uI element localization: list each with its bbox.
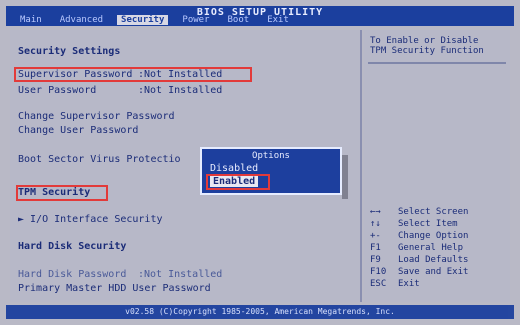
key-row: ESC Exit (370, 278, 504, 290)
key-label: F1 (370, 243, 381, 253)
option-disabled[interactable]: Disabled (210, 163, 258, 174)
help-text-content: To Enable or Disable TPM Security Functi… (370, 36, 484, 56)
primary-master-hdd-user-password[interactable]: Primary Master HDD User Password (18, 283, 211, 294)
key-row: F1 General Help (370, 242, 504, 254)
supervisor-password-label: Supervisor Password (18, 69, 133, 80)
key-row: ↑↓ Select Item (370, 218, 504, 230)
key-label: F9 (370, 255, 381, 265)
popup-shadow (342, 155, 348, 199)
io-interface-security[interactable]: ► I/O Interface Security (18, 214, 163, 225)
key-action: Exit (398, 279, 420, 289)
help-text: To Enable or Disable TPM Security Functi… (370, 36, 502, 56)
key-action: Select Screen (398, 207, 469, 217)
tpm-security-item[interactable]: TPM Security (18, 187, 90, 198)
key-label: ←→ (370, 207, 381, 217)
key-action: Select Item (398, 219, 458, 229)
top-bar: BIOS SETUP UTILITY Main Advanced Securit… (6, 6, 514, 26)
tab-boot[interactable]: Boot (224, 15, 254, 25)
footer-text: v02.58 (C)Copyright 1985-2005, American … (125, 307, 395, 316)
key-label: +- (370, 231, 381, 241)
help-divider (368, 62, 506, 64)
key-label: ↑↓ (370, 219, 381, 229)
tab-advanced[interactable]: Advanced (56, 15, 107, 25)
keys-legend: ←→ Select Screen ↑↓ Select Item +- Chang… (370, 206, 504, 290)
section-heading: Security Settings (18, 46, 121, 57)
hard-disk-password-label: Hard Disk Password (18, 269, 127, 280)
key-label: ESC (370, 279, 387, 289)
tab-power[interactable]: Power (178, 15, 213, 25)
change-supervisor-password[interactable]: Change Supervisor Password (18, 111, 175, 122)
key-row: +- Change Option (370, 230, 504, 242)
change-user-password[interactable]: Change User Password (18, 125, 138, 136)
footer-bar: v02.58 (C)Copyright 1985-2005, American … (6, 305, 514, 319)
user-password-label: User Password (18, 85, 97, 96)
key-row: ←→ Select Screen (370, 206, 504, 218)
key-row: F10 Save and Exit (370, 266, 504, 278)
tab-security[interactable]: Security (117, 15, 169, 25)
options-popup: Options Disabled Enabled (200, 147, 342, 195)
key-action: Load Defaults (398, 255, 469, 265)
boot-sector-virus-protection[interactable]: Boot Sector Virus Protectio (18, 154, 181, 165)
supervisor-password-status: :Not Installed (138, 69, 223, 80)
options-popup-title: Options (252, 151, 290, 161)
tab-exit[interactable]: Exit (263, 15, 293, 25)
bios-screen: BIOS SETUP UTILITY Main Advanced Securit… (0, 0, 520, 325)
key-row: F9 Load Defaults (370, 254, 504, 266)
user-password-status: :Not Installed (138, 85, 223, 96)
key-action: Save and Exit (398, 267, 469, 277)
hard-disk-password-status: :Not Installed (138, 269, 223, 280)
key-action: Change Option (398, 231, 469, 241)
key-label: F10 (370, 267, 387, 277)
key-action: General Help (398, 243, 464, 253)
tab-main[interactable]: Main (16, 15, 46, 25)
hard-disk-security-heading: Hard Disk Security (18, 241, 127, 252)
tab-bar: Main Advanced Security Power Boot Exit (16, 15, 293, 25)
help-panel: To Enable or Disable TPM Security Functi… (364, 30, 510, 302)
highlight-enabled-option (206, 174, 270, 190)
